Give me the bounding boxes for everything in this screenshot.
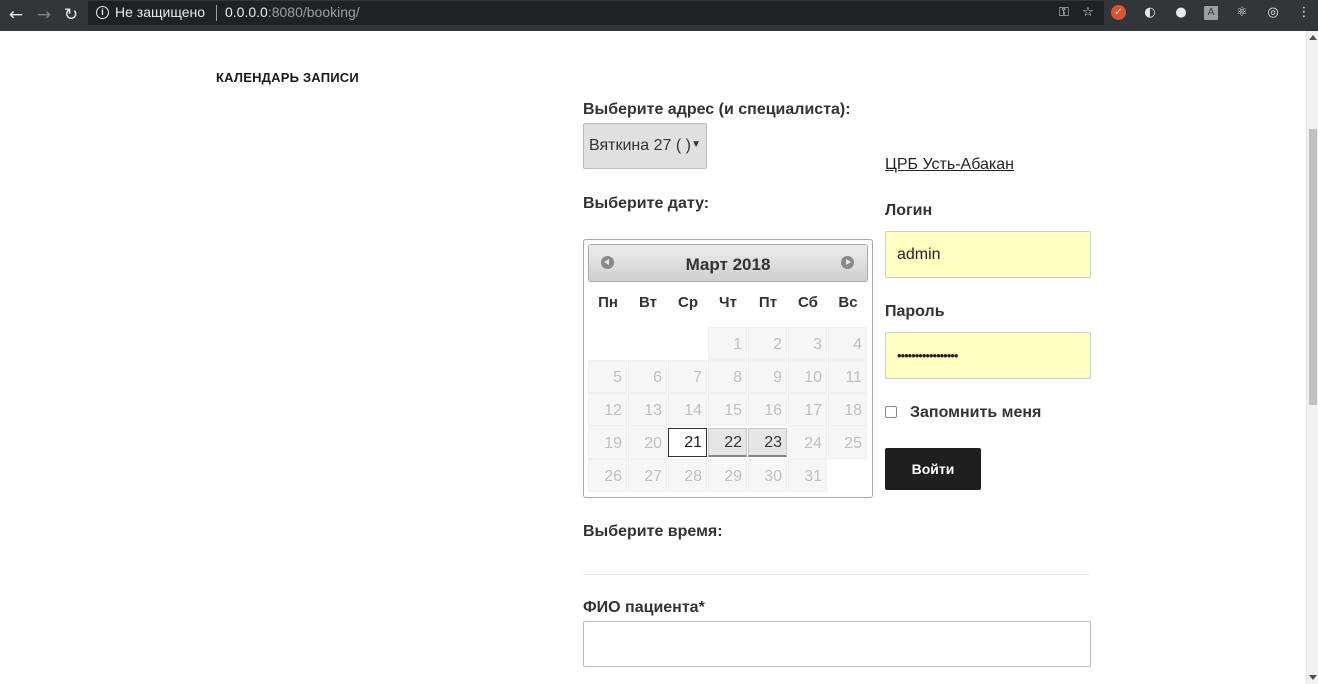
browser-toolbar: ← → ↻ i Не защищено 0.0.0.0:8080/booking… <box>0 0 1318 31</box>
scroll-up-icon[interactable] <box>1309 35 1317 40</box>
url-text[interactable]: 0.0.0.0:8080/booking/ <box>225 4 360 20</box>
calendar-day: 2 <box>748 327 787 360</box>
login-label: Логин <box>885 202 933 219</box>
weekday-label: Сб <box>798 294 818 311</box>
calendar-day: 3 <box>788 327 827 360</box>
calendar-day: 20 <box>628 426 667 459</box>
back-icon[interactable]: ← <box>4 3 28 27</box>
weekday-label: Вт <box>639 294 657 311</box>
calendar-day: 12 <box>588 393 627 426</box>
extension-red-icon[interactable]: ✓ <box>1111 5 1126 20</box>
time-label: Выберите время: <box>583 523 723 540</box>
calendar-day: 17 <box>788 393 827 426</box>
calendar-day: 24 <box>788 426 827 459</box>
datepicker: Март 2018 Пн Вт Ср Чт Пт Сб Вс 123456789… <box>583 239 873 498</box>
calendar-empty-cell <box>628 327 667 360</box>
calendar-day: 8 <box>708 360 747 393</box>
calendar-day: 14 <box>668 393 707 426</box>
target-icon[interactable]: ◎ <box>1264 4 1282 22</box>
calendar-day: 18 <box>828 393 867 426</box>
extension-a-icon[interactable]: A <box>1204 6 1218 20</box>
org-link[interactable]: ЦРБ Усть-Абакан <box>885 156 1014 174</box>
forward-icon[interactable]: → <box>32 3 56 27</box>
address-select-value: Вяткина 27 ( ) <box>589 137 691 154</box>
extension-circle-icon[interactable]: ● <box>1172 4 1190 22</box>
calendar-day: 26 <box>588 459 627 492</box>
calendar-day: 30 <box>748 459 787 492</box>
calendar-day: 1 <box>708 327 747 360</box>
address-select[interactable]: Вяткина 27 ( ) ▼ <box>583 123 707 169</box>
next-month-button[interactable] <box>834 252 862 274</box>
weekday-label: Ср <box>678 294 698 311</box>
weekday-label: Чт <box>719 294 737 311</box>
datepicker-header: Март 2018 <box>588 244 868 282</box>
patient-name-label: ФИО пациента* <box>583 599 705 616</box>
page-title: КАЛЕНДАРЬ ЗАПИСИ <box>216 70 359 85</box>
calendar-day: 5 <box>588 360 627 393</box>
reload-icon[interactable]: ↻ <box>59 3 83 27</box>
scrollbar[interactable] <box>1306 31 1318 684</box>
url-separator <box>216 5 217 21</box>
password-label: Пароль <box>885 303 945 320</box>
calendar-day: 15 <box>708 393 747 426</box>
address-label: Выберите адрес (и специалиста): <box>583 101 851 118</box>
url-host: 0.0.0.0 <box>225 4 268 20</box>
calendar-day: 28 <box>668 459 707 492</box>
calendar-day: 7 <box>668 360 707 393</box>
weekday-label: Пт <box>758 294 778 311</box>
divider <box>583 574 1091 575</box>
calendar-day: 11 <box>828 360 867 393</box>
remember-label[interactable]: Запомнить меня <box>910 404 1041 422</box>
weekday-label: Вс <box>838 294 858 311</box>
calendar-day: 29 <box>708 459 747 492</box>
calendar-empty-cell <box>588 327 627 360</box>
security-label[interactable]: Не защищено <box>115 4 205 20</box>
calendar-day: 31 <box>788 459 827 492</box>
remember-checkbox[interactable] <box>885 406 897 418</box>
datepicker-title: Март 2018 <box>685 255 771 274</box>
calendar-day[interactable]: 23 <box>748 428 787 457</box>
scroll-thumb[interactable] <box>1309 129 1317 405</box>
calendar-empty-cell <box>668 327 707 360</box>
react-icon[interactable]: ⚛ <box>1233 4 1251 22</box>
calendar-day: 10 <box>788 360 827 393</box>
calendar-day: 27 <box>628 459 667 492</box>
weekday-label: Пн <box>598 294 618 311</box>
calendar-day: 6 <box>628 360 667 393</box>
scroll-down-icon[interactable] <box>1309 675 1317 680</box>
url-path: :8080/booking/ <box>267 4 360 20</box>
next-arrow-icon <box>846 259 851 265</box>
contrast-icon[interactable]: ◐ <box>1141 4 1159 22</box>
calendar-day[interactable]: 21 <box>668 428 707 457</box>
calendar-day: 4 <box>828 327 867 360</box>
patient-name-input[interactable] <box>583 621 1091 667</box>
password-input[interactable]: ••••••••••••••••• <box>885 332 1091 379</box>
dropdown-arrow-icon: ▼ <box>691 139 701 150</box>
calendar-day: 25 <box>828 426 867 459</box>
calendar-day[interactable]: 22 <box>708 428 747 457</box>
login-button[interactable]: Войти <box>885 448 981 490</box>
date-label: Выберите дату: <box>583 195 710 212</box>
key-icon[interactable]: ⚿ <box>1055 4 1073 22</box>
menu-icon[interactable]: ⋮ <box>1295 4 1313 22</box>
login-input[interactable]: admin <box>885 231 1091 278</box>
calendar-day: 13 <box>628 393 667 426</box>
info-icon[interactable]: i <box>96 6 109 19</box>
weekday-header-row: Пн Вт Ср Чт Пт Сб Вс <box>588 294 868 311</box>
days-grid: 1 2 3 4 5 6 7 8 9 10 11 12 13 14 15 16 17 18 19 20 21 22 23 24 2… <box>588 327 868 492</box>
calendar-day: 9 <box>748 360 787 393</box>
calendar-day: 16 <box>748 393 787 426</box>
star-icon[interactable]: ☆ <box>1079 4 1097 22</box>
calendar-day: 19 <box>588 426 627 459</box>
